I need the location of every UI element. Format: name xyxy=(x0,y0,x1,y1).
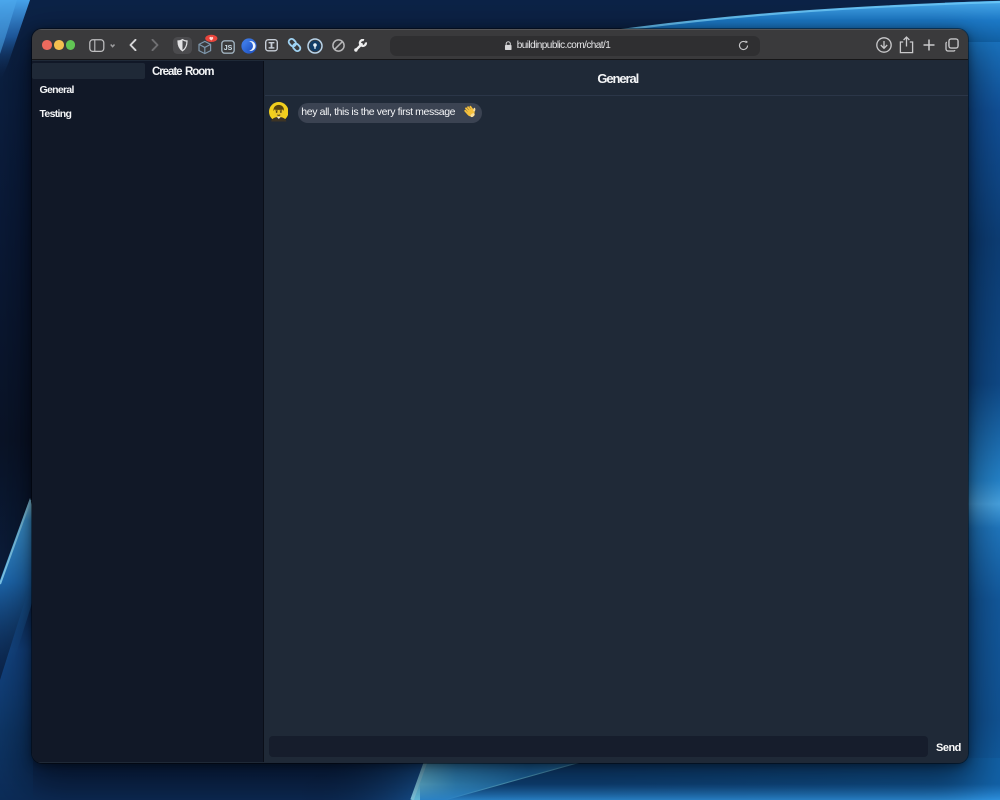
svg-text:JS: JS xyxy=(224,44,233,51)
